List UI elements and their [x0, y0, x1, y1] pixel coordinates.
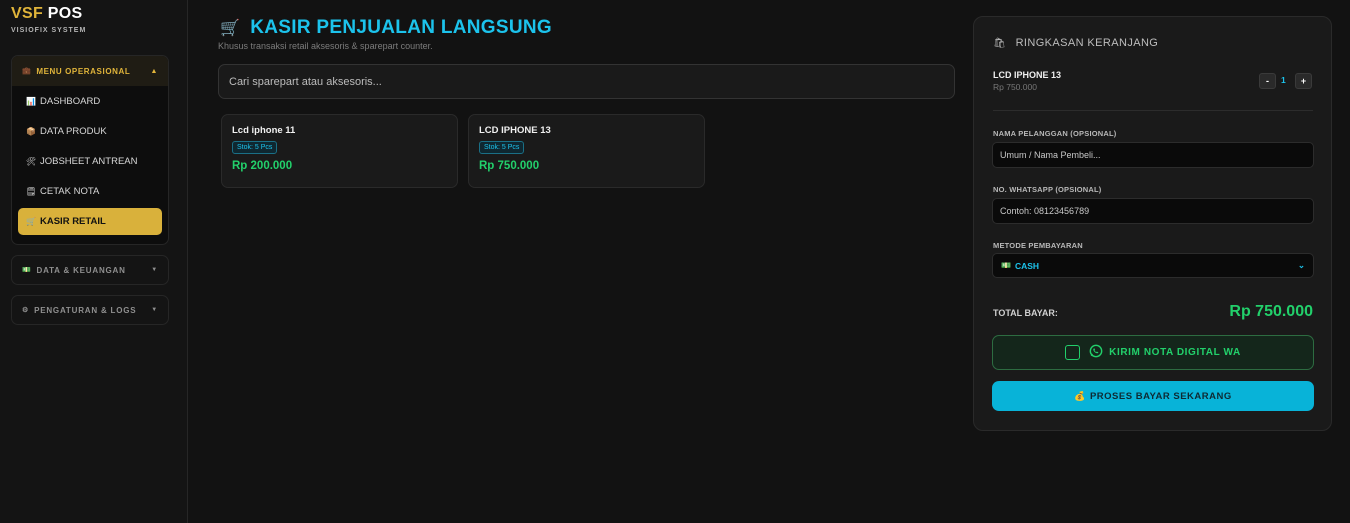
process-payment-button[interactable]: 💰 PROSES BAYAR SEKARANG — [992, 381, 1314, 411]
sidebar-item-jobsheet[interactable]: 🛠 JOBSHEET ANTREAN — [12, 146, 168, 176]
brand-part2: POS — [47, 5, 83, 22]
payment-label: METODE PEMBAYARAN — [993, 241, 1083, 250]
qty-value: 1 — [1281, 75, 1286, 85]
chevron-down-icon: ▼ — [151, 267, 158, 273]
cart-panel: 🛍 RINGKASAN KERANJANG LCD IPHONE 13 Rp 7… — [973, 16, 1332, 431]
whatsapp-field[interactable] — [992, 198, 1314, 224]
menu-settings-label: PENGATURAN & LOGS — [34, 305, 137, 315]
page-title: 🛒 KASIR PENJUALAN LANGSUNG — [220, 17, 552, 39]
pay-button-label: PROSES BAYAR SEKARANG — [1089, 390, 1232, 402]
cart-title: 🛍 RINGKASAN KERANJANG — [993, 37, 1158, 49]
search-input[interactable] — [218, 64, 955, 99]
sidebar-item-dashboard[interactable]: 📊 DASHBOARD — [12, 86, 168, 116]
total-value: Rp 750.000 — [1229, 303, 1313, 320]
menu-finance-label: DATA & KEUANGAN — [36, 265, 126, 275]
brand-part1: VSF — [11, 5, 44, 22]
payment-method-select[interactable]: 💵 CASH ⌄ — [992, 253, 1314, 278]
cart-item-price: Rp 750.000 — [993, 82, 1037, 92]
sidebar-item-cetak-nota[interactable]: 🗒 CETAK NOTA — [12, 176, 168, 206]
sidebar-item-label: CETAK NOTA — [40, 185, 100, 197]
cart-item-name: LCD IPHONE 13 — [993, 70, 1062, 80]
payment-method-value: CASH — [1014, 260, 1040, 271]
cart-icon: 🛒 — [26, 217, 36, 226]
money-icon: 💵 — [22, 267, 32, 274]
whatsapp-label: NO. WHATSAPP (OPSIONAL) — [993, 185, 1102, 194]
page-subtitle: Khusus transaksi retail aksesoris & spar… — [218, 41, 433, 51]
menu-finance[interactable]: 💵 DATA & KEUANGAN ▼ — [11, 255, 169, 285]
chart-icon: 📊 — [26, 96, 36, 106]
send-wa-receipt-button[interactable]: KIRIM NOTA DIGITAL WA — [992, 335, 1314, 370]
stock-badge: Stok: 5 Pcs — [479, 141, 525, 154]
whatsapp-icon — [1089, 344, 1103, 361]
briefcase-icon: 💼 — [22, 68, 32, 75]
menu-settings[interactable]: ⚙ PENGATURAN & LOGS ▼ — [11, 295, 169, 325]
shopping-bag-icon: 🛍 — [993, 38, 1007, 49]
qty-minus-button[interactable]: - — [1259, 73, 1276, 89]
product-price: Rp 750.000 — [479, 160, 540, 172]
total-label: TOTAL BAYAR: — [993, 308, 1058, 318]
sidebar-item-label: DATA PRODUK — [40, 125, 107, 137]
customer-name-field[interactable] — [992, 142, 1314, 168]
customer-label: NAMA PELANGGAN (OPSIONAL) — [993, 129, 1117, 138]
checkbox[interactable] — [1065, 345, 1081, 360]
menu-operational-header[interactable]: 💼 MENU OPERASIONAL ▲ — [12, 56, 168, 86]
product-name: LCD IPHONE 13 — [479, 125, 551, 136]
cart-title-text: RINGKASAN KERANJANG — [1015, 37, 1159, 49]
cash-icon: 💵 — [1001, 261, 1011, 270]
menu-operational-label: MENU OPERASIONAL — [36, 66, 131, 76]
menu-operational: 💼 MENU OPERASIONAL ▲ 📊 DASHBOARD 📦 DATA … — [11, 55, 169, 245]
sidebar-item-data-produk[interactable]: 📦 DATA PRODUK — [12, 116, 168, 146]
wa-button-label: KIRIM NOTA DIGITAL WA — [1109, 347, 1241, 358]
sidebar-item-kasir-retail[interactable]: 🛒 KASIR RETAIL — [18, 208, 162, 235]
stock-badge: Stok: 5 Pcs — [232, 141, 278, 154]
gear-icon: ⚙ — [22, 307, 30, 314]
chevron-up-icon: ▲ — [150, 67, 158, 75]
product-price: Rp 200.000 — [232, 160, 293, 172]
sidebar-item-label: KASIR RETAIL — [40, 216, 106, 227]
divider — [993, 110, 1313, 111]
chevron-down-icon: ⌄ — [1297, 260, 1305, 270]
money-bag-icon: 💰 — [1074, 390, 1086, 401]
sidebar-item-label: JOBSHEET ANTREAN — [40, 155, 138, 167]
cart-icon: 🛒 — [220, 20, 241, 37]
receipt-icon: 🗒 — [26, 186, 37, 196]
product-card[interactable]: Lcd iphone 11 Stok: 5 Pcs Rp 200.000 — [221, 114, 458, 188]
product-name: Lcd iphone 11 — [232, 125, 296, 136]
brand-logo: VSF POS — [11, 5, 82, 23]
brand-subtitle: VISIOFIX SYSTEM — [11, 27, 87, 34]
qty-plus-button[interactable]: + — [1295, 73, 1312, 89]
sidebar: VSF POS VISIOFIX SYSTEM 💼 MENU OPERASION… — [0, 0, 188, 523]
product-card[interactable]: LCD IPHONE 13 Stok: 5 Pcs Rp 750.000 — [468, 114, 705, 188]
sidebar-item-label: DASHBOARD — [40, 95, 101, 107]
page-title-text: KASIR PENJUALAN LANGSUNG — [250, 17, 552, 38]
chevron-down-icon: ▼ — [151, 307, 158, 313]
box-icon: 📦 — [26, 126, 36, 136]
tools-icon: 🛠 — [26, 156, 37, 166]
